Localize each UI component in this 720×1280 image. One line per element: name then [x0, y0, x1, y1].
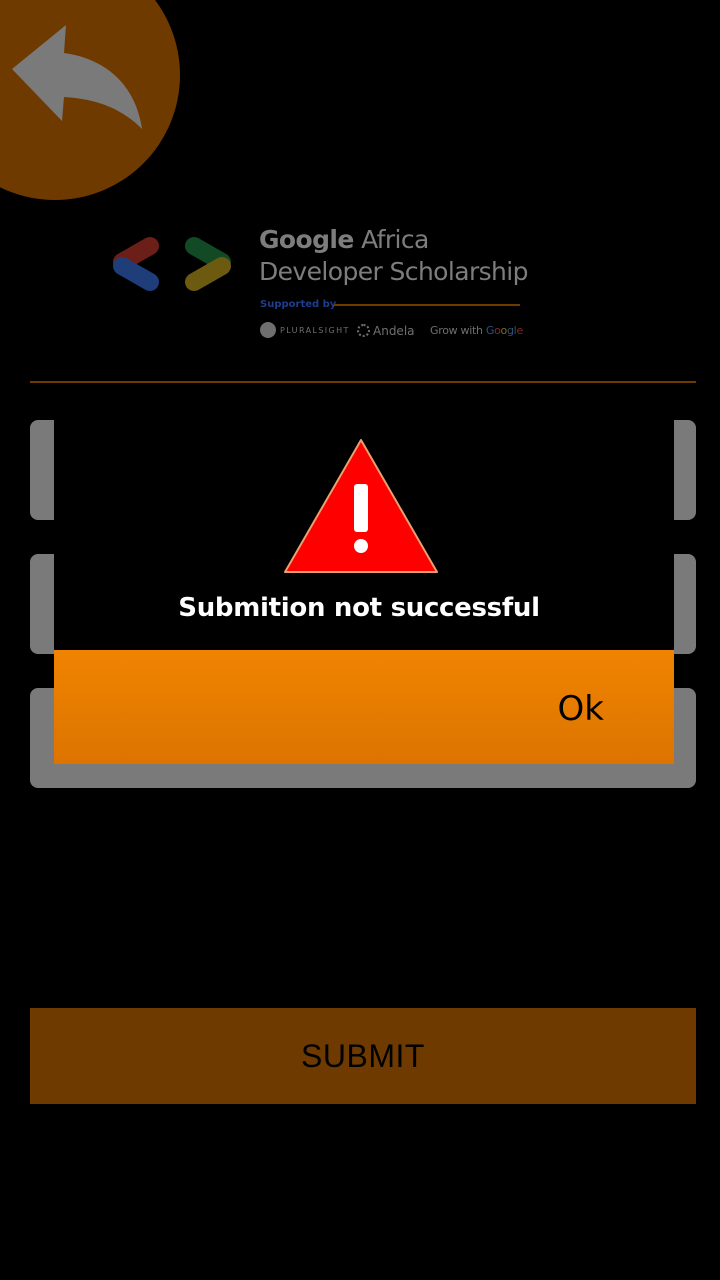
warning-icon: [284, 439, 438, 573]
screen: Google Africa Developer Scholarship Supp…: [0, 0, 720, 1280]
gads-logo: Google Africa Developer Scholarship Supp…: [108, 222, 529, 347]
error-dialog: Submition not successful Ok: [54, 420, 674, 764]
header-divider: [30, 381, 696, 383]
ok-button[interactable]: Ok: [54, 650, 674, 764]
back-arrow-icon: [12, 25, 142, 129]
pluralsight-logo: PLURALSIGHT: [260, 321, 350, 341]
google-letter: g: [506, 324, 514, 337]
supported-by-divider: [334, 304, 520, 306]
supported-by-row: Supported by: [260, 298, 520, 312]
back-button[interactable]: [0, 0, 180, 200]
sponsor-logos: PLURALSIGHT Andela Grow with Google: [260, 321, 523, 341]
logo-title: Google Africa Developer Scholarship: [259, 224, 529, 288]
dialog-message: Submition not successful: [178, 593, 540, 623]
pluralsight-icon: [260, 321, 276, 338]
google-letter: G: [485, 324, 495, 337]
google-letter: e: [516, 324, 523, 337]
grow-with-google-logo: Grow with Google: [430, 321, 523, 341]
logo-title-line2: Developer Scholarship: [259, 257, 529, 286]
submit-button[interactable]: SUBMIT: [30, 1008, 696, 1104]
logo-title-rest: Africa: [361, 225, 429, 254]
grow-with-label: Grow with: [430, 324, 486, 337]
logo-title-bold: Google: [259, 225, 354, 254]
code-brackets-logo-icon: [113, 237, 231, 291]
ok-button-label: Ok: [557, 689, 604, 729]
andela-logo: Andela: [357, 321, 415, 341]
andela-label: Andela: [373, 324, 415, 338]
supported-by-label: Supported by: [260, 299, 337, 310]
andela-icon: [357, 324, 370, 337]
pluralsight-label: PLURALSIGHT: [280, 326, 350, 335]
